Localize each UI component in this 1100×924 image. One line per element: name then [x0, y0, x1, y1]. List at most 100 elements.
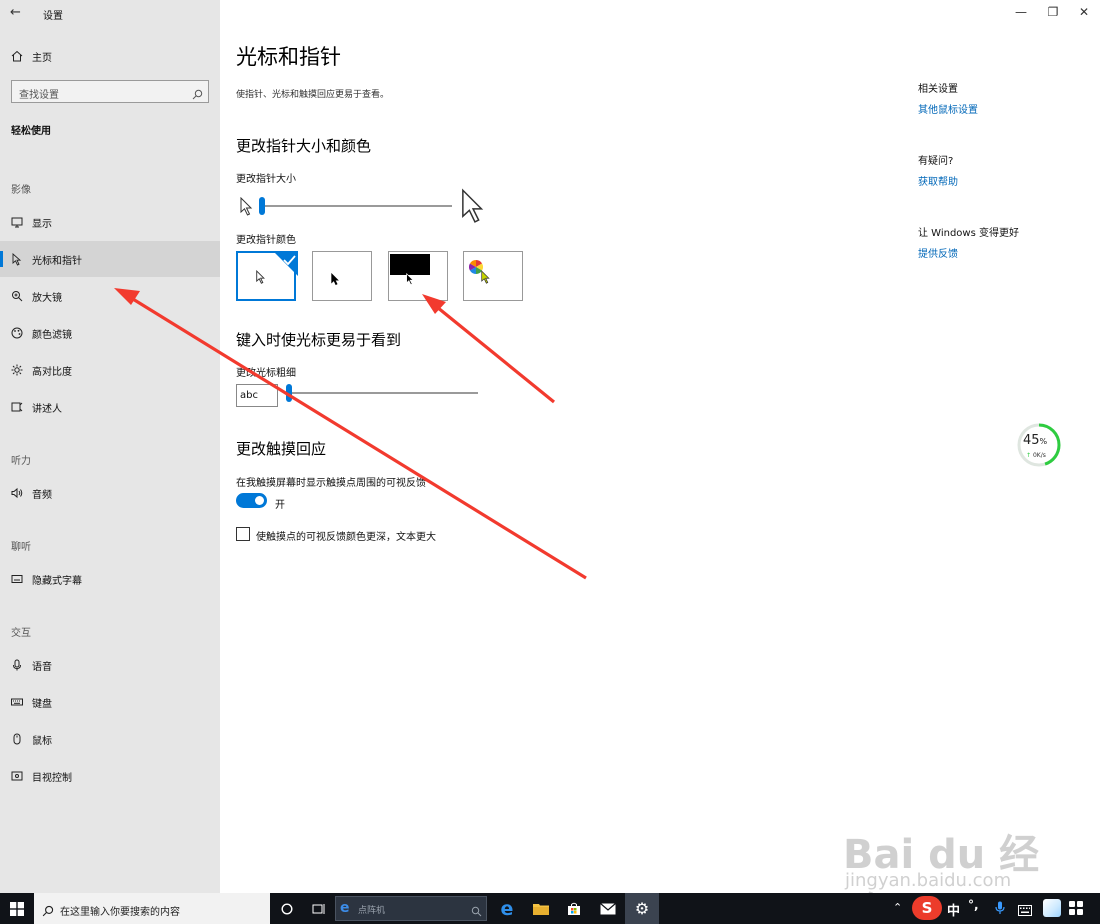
sidebar-item-narrator[interactable]: 讲述人 [0, 389, 220, 425]
taskbar: 在这里输入你要搜索的内容 e 点阵机 e ⚙ ⌃ S 中 °, [0, 893, 1100, 924]
sidebar-item-magnifier[interactable]: 放大镜 [0, 278, 220, 314]
magnifier-icon [10, 289, 24, 303]
ime-punctuation-text[interactable]: °, [968, 898, 979, 912]
sidebar-item-high-contrast[interactable]: 高对比度 [0, 352, 220, 388]
sidebar: ← 设置 主页 查找设置 轻松使用 影像 显示 光标和指针 放大镜 颜色滤镜 高… [0, 0, 220, 893]
touch-feedback-label: 在我触摸屏幕时显示触摸点周围的可视反馈 [236, 478, 426, 489]
sidebar-item-audio[interactable]: 音频 [0, 475, 220, 511]
speaker-icon [10, 486, 24, 500]
cursor-preview-text: abc [240, 390, 258, 401]
sidebar-item-speech[interactable]: 语音 [0, 647, 220, 683]
voice-input-icon[interactable] [995, 900, 1005, 919]
keyboard-icon [10, 695, 24, 709]
black-pointer-icon [331, 271, 340, 290]
sidebar-item-pointer[interactable]: 光标和指针 [0, 241, 220, 277]
maximize-button[interactable]: ❐ [1040, 2, 1066, 22]
speed-rate: ↑ 0K/s [1026, 452, 1046, 459]
toolbox-tray-icon[interactable] [1068, 900, 1084, 920]
cursor-thickness-label: 更改光标粗细 [236, 368, 296, 379]
sidebar-item-label: 放大镜 [32, 293, 62, 304]
settings-icon[interactable]: ⚙ [625, 893, 659, 924]
section-vision: 影像 [11, 185, 31, 196]
sun-icon [10, 363, 24, 377]
sogou-input-icon[interactable]: S [912, 896, 942, 920]
speed-percent: 45% [1023, 433, 1047, 448]
sidebar-item-eye-control[interactable]: 目视控制 [0, 758, 220, 794]
watermark-url: jingyan.baidu.com [845, 870, 1012, 891]
sidebar-item-keyboard[interactable]: 键盘 [0, 684, 220, 720]
touch-feedback-toggle[interactable] [236, 493, 267, 508]
get-help-link[interactable]: 获取帮助 [918, 173, 958, 188]
search-input[interactable]: 查找设置 [11, 80, 209, 103]
give-feedback-link[interactable]: 提供反馈 [918, 245, 958, 260]
pointer-size-slider-track[interactable] [262, 205, 452, 207]
custom-pointer-icon [481, 270, 491, 289]
search-icon [192, 85, 203, 104]
home-icon [10, 49, 24, 63]
sidebar-item-label: 主页 [32, 53, 52, 64]
mail-icon[interactable] [591, 893, 625, 924]
pointer-color-inverted-option[interactable] [388, 251, 448, 301]
caption-icon [10, 572, 24, 586]
search-icon [42, 902, 54, 921]
skin-tray-icon[interactable] [1043, 899, 1061, 917]
sidebar-item-color-filters[interactable]: 颜色滤镜 [0, 315, 220, 351]
better-windows-heading: 让 Windows 变得更好 [918, 228, 1019, 239]
related-settings-heading: 相关设置 [918, 84, 958, 95]
edge-icon[interactable]: e [490, 893, 524, 924]
eye-control-icon [10, 769, 24, 783]
sidebar-item-label: 讲述人 [32, 404, 62, 415]
speed-rate-value: 0K/s [1032, 452, 1046, 459]
toolbar-search-text: 点阵机 [358, 906, 386, 916]
other-mouse-settings-link[interactable]: 其他鼠标设置 [918, 101, 978, 116]
sidebar-item-mouse[interactable]: 鼠标 [0, 721, 220, 757]
sidebar-item-label: 语音 [32, 662, 52, 673]
sidebar-item-label: 键盘 [32, 699, 52, 710]
search-placeholder: 查找设置 [19, 90, 59, 101]
page-title: 光标和指针 [236, 45, 341, 69]
sidebar-item-label: 显示 [32, 219, 52, 230]
category-title: 轻松使用 [11, 126, 51, 137]
windows-start-icon[interactable] [0, 893, 34, 924]
minimize-button[interactable]: — [1008, 2, 1034, 22]
taskbar-search-box[interactable]: 在这里输入你要搜索的内容 [34, 893, 270, 924]
white-pointer-icon [256, 269, 266, 289]
sidebar-item-captions[interactable]: 隐藏式字幕 [0, 561, 220, 597]
sidebar-item-display[interactable]: 显示 [0, 204, 220, 240]
cursor-thickness-slider-thumb[interactable] [286, 384, 292, 402]
question-heading: 有疑问? [918, 156, 954, 167]
network-speed-widget[interactable]: 45% ↑ 0K/s [1016, 420, 1062, 470]
sidebar-item-home[interactable]: 主页 [0, 38, 220, 74]
mouse-icon [10, 732, 24, 746]
close-button[interactable]: ✕ [1071, 2, 1097, 22]
palette-icon [10, 326, 24, 340]
cursor-thickness-slider-track[interactable] [288, 392, 478, 394]
store-icon[interactable] [557, 893, 591, 924]
pointer-size-color-heading: 更改指针大小和颜色 [236, 137, 372, 155]
narrator-icon [10, 400, 24, 414]
file-explorer-icon[interactable] [524, 893, 558, 924]
show-hidden-icons[interactable]: ⌃ [893, 901, 902, 914]
toolbar-search-box[interactable]: e 点阵机 [335, 896, 487, 921]
task-view-icon[interactable] [302, 893, 336, 924]
microphone-icon [10, 658, 24, 672]
speed-percent-value: 45 [1023, 433, 1040, 448]
app-title: 设置 [43, 11, 63, 22]
pointer-color-white-option[interactable] [236, 251, 298, 301]
keyboard-tray-icon[interactable] [1018, 901, 1032, 920]
ie-icon: e [340, 900, 350, 916]
back-icon[interactable]: ← [10, 5, 21, 20]
pointer-size-slider-thumb[interactable] [259, 197, 265, 215]
section-hearing: 听力 [11, 456, 31, 467]
cortana-icon[interactable] [270, 893, 304, 924]
ime-mode-text[interactable]: 中 [947, 900, 960, 919]
darker-feedback-checkbox[interactable] [236, 527, 250, 541]
pointer-color-black-option[interactable] [312, 251, 372, 301]
monitor-icon [10, 215, 24, 229]
section-interaction: 交互 [11, 628, 31, 639]
sidebar-item-label: 高对比度 [32, 367, 72, 378]
cursor-preview-box: abc [236, 384, 278, 407]
section-audition: 聊听 [11, 542, 31, 553]
pointer-icon [10, 252, 24, 266]
pointer-color-custom-option[interactable] [463, 251, 523, 301]
